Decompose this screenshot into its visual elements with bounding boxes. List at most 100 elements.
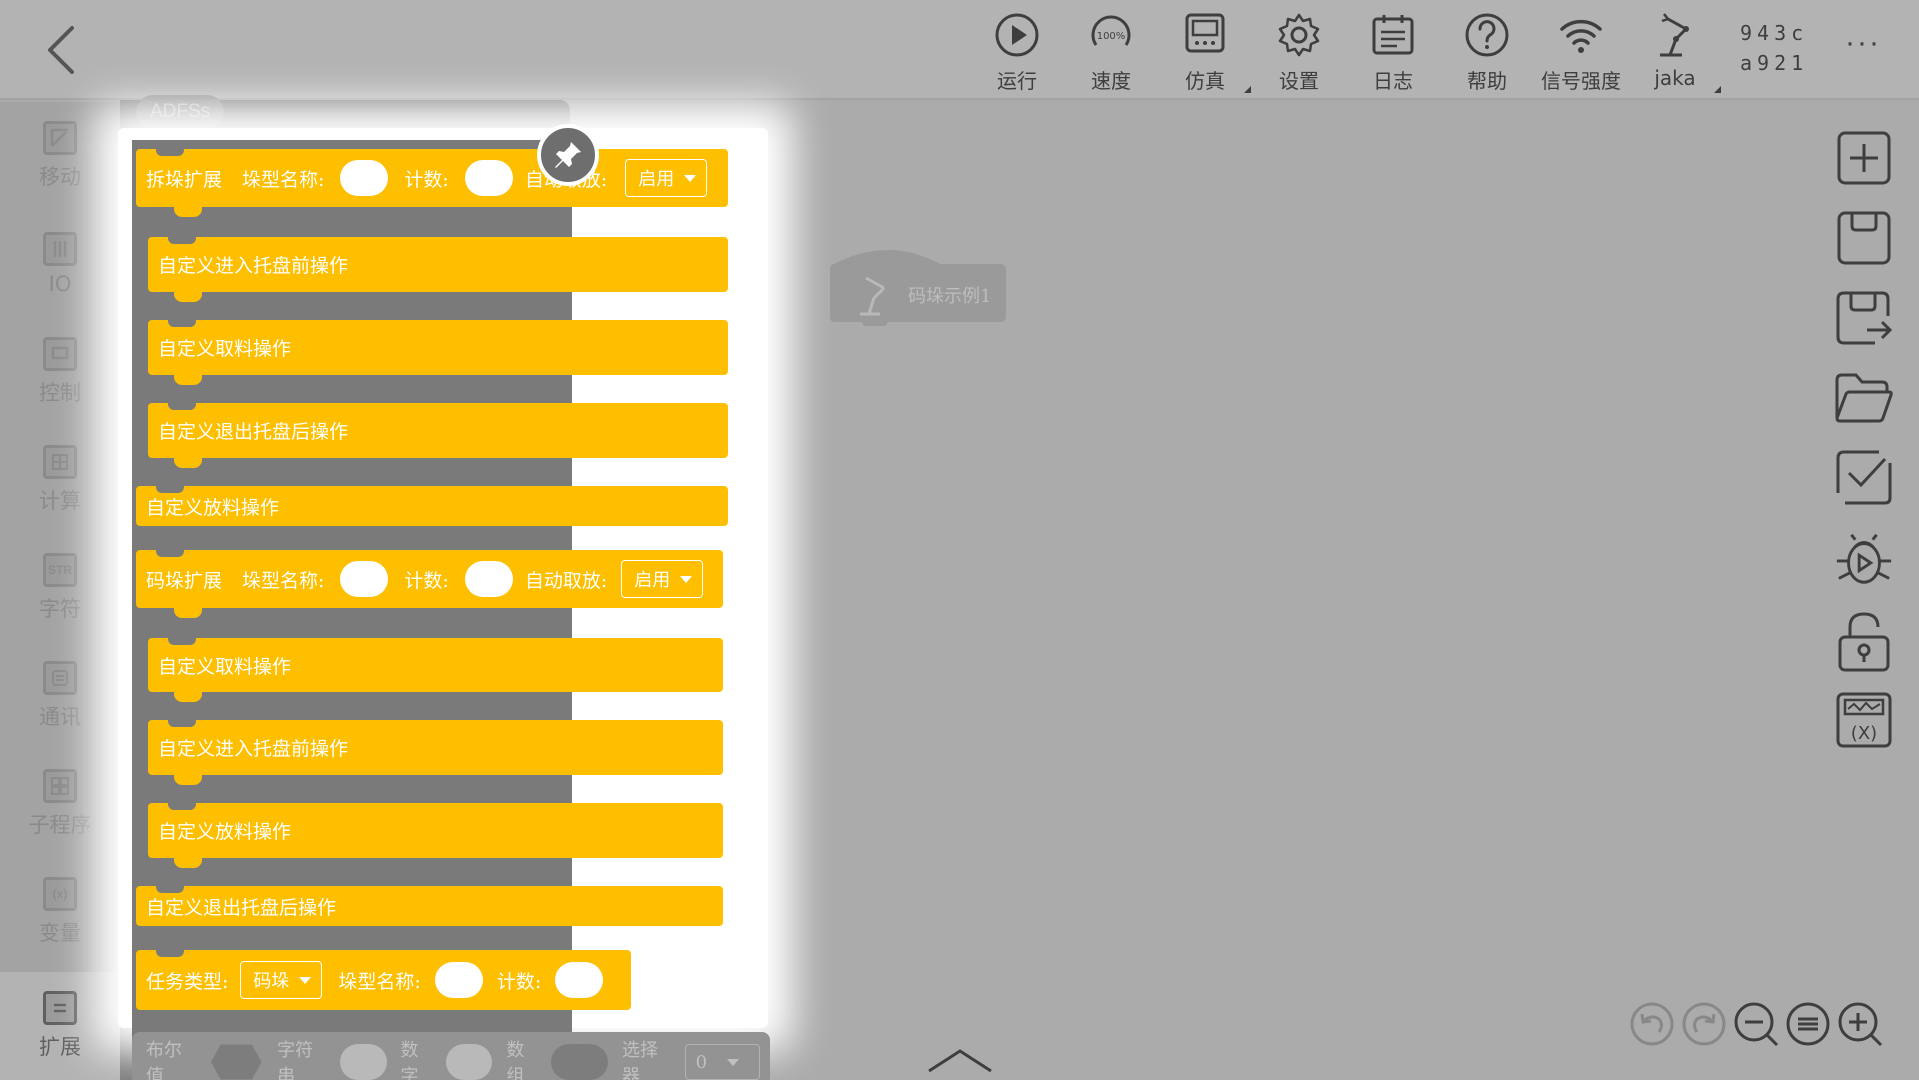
bool-block[interactable] (209, 1042, 264, 1080)
pal-type-input[interactable] (340, 561, 389, 597)
checklist-icon (1836, 450, 1892, 505)
subprogram-icon (43, 769, 77, 803)
redo-icon (1682, 1002, 1726, 1046)
run-button[interactable]: 运行 (972, 10, 1062, 94)
save-as-button[interactable] (1834, 288, 1894, 348)
selector-dropdown[interactable]: 0 (684, 1044, 761, 1080)
array-block[interactable] (551, 1044, 608, 1080)
category-comm[interactable]: 通讯 (0, 642, 120, 750)
pal-slot-3[interactable]: 自定义放料操作 (148, 802, 723, 858)
task-type-label: 任务类型: (146, 970, 229, 993)
category-extension[interactable]: 扩展 (0, 972, 120, 1080)
task-name-label: 垛型名称: (338, 970, 421, 993)
number-block[interactable] (445, 1044, 493, 1080)
help-button[interactable]: 帮助 (1442, 10, 1532, 94)
task-name-input[interactable] (434, 962, 483, 998)
depal-auto-value: 启用 (638, 169, 675, 190)
depal-slot-1[interactable]: 自定义进入托盘前操作 (148, 236, 728, 292)
category-calc[interactable]: 计算 (0, 426, 120, 534)
pal-slot-connector (154, 858, 569, 886)
depal-slot-2[interactable]: 自定义取料操作 (148, 319, 728, 375)
variable-icon: (x) (43, 877, 77, 911)
category-string[interactable]: STR 字符 (0, 534, 120, 642)
pal-auto-label: 自动取放: (524, 569, 608, 592)
pal-title: 码垛扩展 (146, 569, 223, 592)
depal-auto-dropdown[interactable]: 启用 (625, 159, 708, 197)
depal-type-input[interactable] (340, 160, 389, 196)
category-move[interactable]: 移动 (0, 102, 120, 210)
category-io-label: IO (48, 272, 72, 296)
new-program-button[interactable] (1834, 128, 1894, 188)
task-type-block[interactable]: 任务类型: 码垛 垛型名称: 计数: (136, 949, 631, 1010)
redo-button[interactable] (1680, 1000, 1728, 1048)
extension-icon (43, 991, 77, 1025)
signal-strength-label: 信号强度 (1541, 69, 1621, 93)
category-variable[interactable]: (x) 变量 (0, 858, 120, 966)
pal-footer-block[interactable]: 自定义退出托盘后操作 (136, 885, 723, 926)
robot-selector-button[interactable]: jaka (1630, 10, 1720, 94)
palletizing-example-block[interactable]: 码垛示例1 (828, 244, 1008, 326)
chevron-down-icon (680, 575, 693, 583)
more-menu-button[interactable]: ··· (1838, 26, 1888, 59)
zoom-out-button[interactable] (1732, 1000, 1780, 1048)
log-button[interactable]: 日志 (1348, 10, 1438, 94)
undo-button[interactable] (1628, 1000, 1676, 1048)
variable-monitor-icon: (X) (1836, 692, 1892, 748)
task-count-input[interactable] (555, 962, 604, 998)
pal-count-input[interactable] (464, 561, 513, 597)
depal-footer-block[interactable]: 自定义放料操作 (136, 485, 728, 526)
pin-flyout-button[interactable] (537, 124, 599, 186)
zoom-in-button[interactable] (1836, 1000, 1884, 1048)
add-icon (1837, 131, 1891, 185)
robot-arm-icon (1650, 10, 1700, 60)
back-button[interactable] (38, 20, 84, 80)
pal-extension-block[interactable]: 码垛扩展 垛型名称: 计数: 自动取放: 启用 (136, 549, 723, 608)
unlock-icon (1838, 612, 1890, 672)
pal-slot-1[interactable]: 自定义取料操作 (148, 637, 723, 692)
depal-count-input[interactable] (464, 160, 513, 196)
string-icon: STR (43, 553, 77, 587)
io-icon (43, 232, 77, 266)
pal-slot-connector (154, 775, 569, 803)
depal-slot-connector (154, 375, 569, 403)
zoom-in-icon (1838, 1002, 1883, 1047)
category-io[interactable]: IO (0, 210, 120, 318)
settings-button[interactable]: 设置 (1254, 10, 1344, 94)
check-program-button[interactable] (1834, 448, 1894, 508)
pal-count-label: 计数: (404, 569, 449, 592)
pal-auto-dropdown[interactable]: 启用 (621, 560, 704, 598)
category-subprogram[interactable]: 子程序 (0, 750, 120, 858)
signal-strength-button[interactable]: 信号强度 (1536, 10, 1626, 94)
category-control[interactable]: 控制 (0, 318, 120, 426)
speed-button[interactable]: 100% 速度 (1066, 10, 1156, 94)
simulation-button[interactable]: 仿真 (1160, 10, 1250, 94)
speed-badge: 100% (1097, 31, 1126, 42)
speed-gauge-icon: 100% (1086, 10, 1136, 59)
depal-slot-1-label: 自定义进入托盘前操作 (158, 255, 349, 277)
help-label: 帮助 (1467, 69, 1507, 93)
open-program-button[interactable] (1834, 368, 1894, 428)
category-calc-label: 计算 (39, 489, 81, 513)
save-button[interactable] (1834, 208, 1894, 268)
device-id: 943c a921 (1740, 18, 1808, 78)
zoom-reset-button[interactable] (1784, 1000, 1832, 1048)
variable-monitor-button[interactable]: (X) (1834, 690, 1894, 750)
debug-button[interactable] (1834, 530, 1894, 590)
depal-slot-connector (154, 292, 569, 320)
category-sidebar: 移动 IO 控制 计算 STR 字符 通讯 子程序 (x) 变量 扩展 (0, 102, 120, 1080)
simulation-icon (1180, 10, 1230, 59)
string-block[interactable] (339, 1044, 387, 1080)
unlock-button[interactable] (1834, 612, 1894, 672)
calc-icon (43, 445, 77, 479)
pal-slot-1-label: 自定义取料操作 (158, 655, 292, 678)
pal-slot-2[interactable]: 自定义进入托盘前操作 (148, 719, 723, 775)
depal-extension-block[interactable]: 拆垛扩展 垛型名称: 计数: 自动取放: 启用 (136, 148, 728, 207)
depal-slot-3[interactable]: 自定义退出托盘后操作 (148, 402, 728, 458)
pal-slot-connector (154, 608, 569, 638)
array-block-label: 数组 (506, 1040, 525, 1080)
depal-type-label: 垛型名称: (242, 168, 325, 191)
task-type-dropdown[interactable]: 码垛 (240, 961, 323, 999)
expand-panel-button[interactable] (925, 1040, 995, 1080)
task-type-value: 码垛 (253, 971, 290, 992)
debug-icon (1836, 533, 1892, 584)
